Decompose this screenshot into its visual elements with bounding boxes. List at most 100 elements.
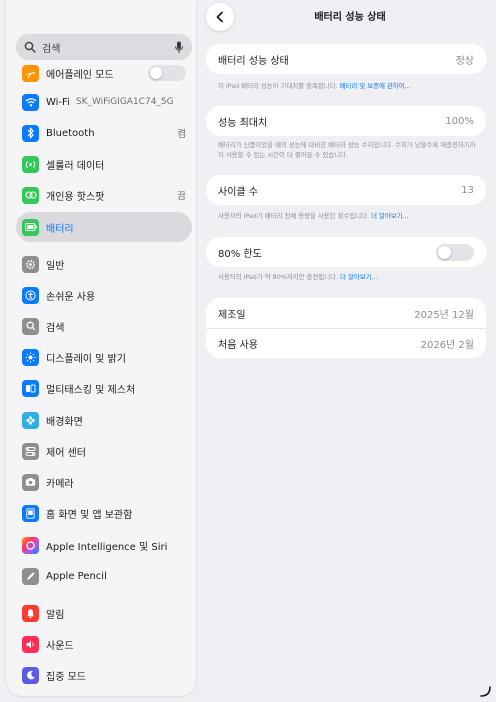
cycle-count-footnote: 사용자의 iPad가 배터리 전체 용량을 사용한 횟수입니다. 더 알아보기.… (218, 211, 480, 221)
sidebar-item-label: Bluetooth (46, 127, 95, 139)
limit-learn-more-link[interactable]: 더 알아보기... (340, 273, 378, 281)
moon-icon (22, 666, 39, 684)
sidebar-item-accessibility[interactable]: 손쉬운 사용 (16, 280, 192, 310)
charge-limit-toggle[interactable] (436, 243, 474, 261)
sidebar-item-control-center[interactable]: 제어 센터 (16, 436, 192, 466)
bluetooth-status: 켬 (177, 129, 186, 140)
microphone-icon (175, 41, 183, 53)
sidebar-item-camera[interactable]: 카메라 (16, 467, 192, 497)
sidebar-item-label: Apple Intelligence 및 Siri (46, 541, 168, 553)
sidebar-item-general[interactable]: 일반 (16, 249, 192, 279)
sidebar-item-cellular[interactable]: 셀룰러 데이터 (16, 149, 192, 179)
resize-handle-icon[interactable] (478, 684, 492, 698)
pencil-icon (22, 567, 39, 585)
accessibility-icon (22, 286, 39, 304)
sidebar-item-search[interactable]: 검색 (16, 311, 192, 341)
multitasking-icon (22, 379, 39, 397)
sidebar-item-label: 배터리 (46, 223, 74, 235)
sidebar-item-hotspot[interactable]: 개인용 핫스팟 끔 (16, 180, 192, 210)
sidebar-item-label: 배경화면 (46, 416, 83, 428)
siri-icon (22, 536, 39, 554)
max-capacity-footnote: 배터리가 신품이었을 때의 성능에 대비한 배터리 성능 수치입니다. 수치가 … (218, 140, 480, 160)
sidebar-item-label: Apple Pencil (46, 570, 107, 582)
charge-limit-label: 80% 한도 (218, 248, 262, 260)
sidebar-item-notifications[interactable]: 알림 (16, 598, 192, 628)
page-title: 배터리 성능 상태 (314, 12, 386, 23)
airplane-icon (22, 64, 39, 82)
first-use-value: 2026년 2월 (420, 340, 474, 351)
sidebar-item-label: 에어플레인 모드 (46, 69, 114, 81)
sidebar-item-apple-intelligence[interactable]: Apple Intelligence 및 Siri (16, 530, 192, 560)
sidebar-item-label: 알림 (46, 609, 65, 621)
sidebar-item-airplane-mode[interactable]: 에어플레인 모드 (16, 58, 192, 88)
sidebar-item-apple-pencil[interactable]: Apple Pencil (16, 561, 192, 591)
cycle-count-label: 사이클 수 (218, 186, 258, 198)
wallpaper-icon (22, 411, 39, 429)
airplane-mode-toggle[interactable] (148, 65, 186, 81)
battery-warranty-link[interactable]: 배터리 및 보증에 관하여... (340, 82, 411, 90)
sidebar-item-label: 개인용 핫스팟 (46, 191, 105, 203)
cycle-count-value: 13 (461, 184, 474, 196)
charge-limit-footnote: 사용자의 iPad가 약 80%까지만 충전됩니다. 더 알아보기... (218, 272, 480, 282)
cycle-count-row: 사이클 수 13 (206, 175, 486, 205)
cycle-count-card: 사이클 수 13 (206, 175, 486, 205)
bell-icon (22, 604, 39, 622)
sidebar-item-battery[interactable]: 배터리 (16, 212, 192, 242)
battery-health-row[interactable]: 배터리 성능 상태 정상 (206, 44, 486, 74)
sidebar-item-label: 멀티태스킹 및 제스처 (46, 384, 136, 396)
bluetooth-icon (22, 124, 39, 142)
max-capacity-row: 성능 최대치 100% (206, 106, 486, 136)
sidebar-item-bluetooth[interactable]: Bluetooth 켬 (16, 118, 192, 148)
cycle-count-note: 사용자의 iPad가 배터리 전체 용량을 사용한 횟수입니다. (218, 212, 370, 220)
sidebar-item-label: 집중 모드 (46, 671, 86, 683)
cycle-learn-more-link[interactable]: 더 알아보기... (371, 212, 409, 220)
charge-limit-card: 80% 한도 (206, 237, 486, 267)
max-capacity-note: 배터리가 신품이었을 때의 성능에 대비한 배터리 성능 수치입니다. 수치가 … (218, 141, 476, 159)
sidebar-item-home-screen[interactable]: 홈 화면 및 앱 보관함 (16, 498, 192, 528)
max-capacity-label: 성능 최대치 (218, 117, 268, 129)
search-icon (24, 41, 36, 53)
battery-health-card: 배터리 성능 상태 정상 (206, 44, 486, 74)
max-capacity-card: 성능 최대치 100% (206, 106, 486, 136)
charge-limit-row: 80% 한도 (206, 237, 486, 267)
camera-icon (22, 473, 39, 491)
charge-limit-note: 사용자의 iPad가 약 80%까지만 충전됩니다. (218, 273, 338, 281)
sidebar-item-sound[interactable]: 사운드 (16, 629, 192, 659)
manufacture-date-row: 제조일 2025년 12월 (206, 298, 486, 328)
sidebar: 검색 에어플레인 모드 검색 (6, 0, 196, 696)
sidebar-item-wifi[interactable]: Wi-Fi SK_WiFiGIGA1C74_5G (16, 87, 192, 117)
sidebar-item-label: 셀룰러 데이터 (46, 160, 105, 172)
sidebar-item-label: 디스플레이 및 밝기 (46, 353, 126, 365)
max-capacity-value: 100% (445, 115, 474, 127)
wifi-network-name: SK_WiFiGIGA1C74_5G (75, 97, 174, 107)
gear-icon (22, 255, 39, 273)
battery-health-footnote: 이 iPad 배터리 성능이 기대치를 충족합니다. 배터리 및 보증에 관하여… (218, 81, 480, 91)
hotspot-status: 끔 (177, 191, 186, 202)
sidebar-item-label: 사운드 (46, 640, 74, 652)
search-placeholder: 검색 (42, 43, 61, 55)
search-icon (22, 317, 39, 335)
sidebar-item-label: 카메라 (46, 478, 74, 490)
manufacture-date-value: 2025년 12월 (414, 309, 474, 321)
speaker-icon (22, 635, 39, 653)
battery-icon (22, 218, 39, 236)
battery-health-note: 이 iPad 배터리 성능이 기대치를 충족합니다. (218, 82, 338, 90)
wifi-icon (22, 93, 39, 111)
battery-dates-card: 제조일 2025년 12월 처음 사용 2026년 2월 (206, 298, 486, 358)
first-use-label: 처음 사용 (218, 340, 258, 351)
search-bar-overlay: 검색 (16, 34, 192, 60)
sidebar-item-label: 손쉬운 사용 (46, 291, 96, 303)
display-icon (22, 348, 39, 366)
sidebar-item-multitasking[interactable]: 멀티태스킹 및 제스처 (16, 373, 192, 403)
chevron-left-icon (216, 11, 223, 23)
back-button[interactable] (206, 3, 234, 31)
battery-health-value: 정상 (455, 55, 474, 67)
control-center-icon (22, 442, 39, 460)
sidebar-item-wallpaper[interactable]: 배경화면 (16, 405, 192, 435)
first-use-row: 처음 사용 2026년 2월 (206, 328, 486, 358)
sidebar-item-display[interactable]: 디스플레이 및 밝기 (16, 342, 192, 372)
manufacture-date-label: 제조일 (218, 309, 246, 321)
sidebar-item-focus[interactable]: 집중 모드 (16, 660, 192, 690)
sidebar-item-label: 제어 센터 (46, 447, 86, 459)
sidebar-item-label: 홈 화면 및 앱 보관함 (46, 509, 133, 521)
